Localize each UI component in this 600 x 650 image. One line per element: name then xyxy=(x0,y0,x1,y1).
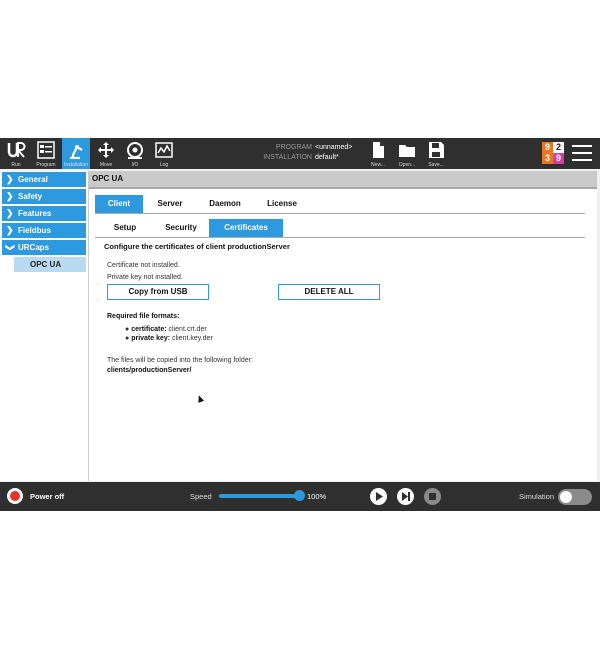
save-disk-icon xyxy=(429,142,444,158)
page-title: OPC UA xyxy=(89,171,597,189)
stop-button[interactable] xyxy=(424,488,441,505)
sidebar-item-label: Safety xyxy=(18,192,43,201)
program-key: PROGRAM xyxy=(275,144,312,151)
formats-heading: Required file formats: xyxy=(107,313,180,320)
sidebar-item-urcaps[interactable]: ❯ URCaps xyxy=(2,240,86,255)
sidebar-item-label: Features xyxy=(18,209,52,218)
log-chart-icon xyxy=(155,142,173,158)
program-name: <unnamed> xyxy=(315,144,353,151)
new-file-icon xyxy=(373,142,384,158)
sidebar-item-fieldbus[interactable]: ❯ Fieldbus xyxy=(2,223,86,238)
sidebar-item-opc-ua[interactable]: OPC UA xyxy=(14,257,86,272)
speed-label: Speed xyxy=(190,492,212,501)
counter-bottom-right: 9 xyxy=(553,153,564,164)
delete-all-button[interactable]: DELETE ALL xyxy=(278,284,380,300)
program-info: PROGRAM <unnamed> INSTALLATION default* xyxy=(262,143,352,163)
open-label: Open... xyxy=(398,162,416,168)
power-icon[interactable] xyxy=(7,488,23,504)
open-folder-icon xyxy=(399,145,415,157)
move-arrows-icon xyxy=(98,142,114,158)
move-button[interactable]: Move xyxy=(92,138,120,169)
sidebar-item-label: Fieldbus xyxy=(18,226,51,235)
chevron-right-icon: ❯ xyxy=(6,191,14,201)
speed-slider-track[interactable] xyxy=(219,494,301,498)
chevron-right-icon: ❯ xyxy=(6,225,14,235)
new-label: New... xyxy=(371,162,385,168)
save-button[interactable]: Save... xyxy=(422,138,450,169)
installation-button[interactable]: Installation xyxy=(62,138,90,169)
sidebar-item-general[interactable]: ❯ General xyxy=(2,172,86,187)
certificate-key: certificate: xyxy=(131,326,167,333)
sidebar-item-label: General xyxy=(18,175,48,184)
ur-logo-icon xyxy=(7,142,26,158)
play-button[interactable] xyxy=(370,488,387,505)
simulation-label: Simulation xyxy=(519,492,555,501)
robot-arm-icon xyxy=(70,145,83,159)
folder-note: The files will be copied into the follow… xyxy=(107,357,253,364)
simulation-toggle[interactable] xyxy=(558,489,592,505)
certificate-status: Certificate not installed. xyxy=(107,262,180,269)
counter-top-left: 9 xyxy=(542,142,553,153)
program-button[interactable]: Program xyxy=(32,138,60,169)
robot-counter-badge[interactable]: 9 2 3 9 xyxy=(542,142,564,164)
certificate-filename: client.crt.der xyxy=(168,326,207,333)
step-button[interactable] xyxy=(397,488,414,505)
tab-daemon[interactable]: Daemon xyxy=(200,195,250,213)
hamburger-menu-icon[interactable] xyxy=(572,145,592,161)
chevron-right-icon: ❯ xyxy=(6,174,14,184)
stop-icon xyxy=(429,493,436,500)
installation-name: default* xyxy=(315,154,339,161)
open-button[interactable]: Open... xyxy=(393,138,421,169)
new-button[interactable]: New... xyxy=(364,138,392,169)
section-heading: Configure the certificates of client pro… xyxy=(104,242,290,251)
run-button[interactable]: Run xyxy=(2,138,30,169)
private-key-status: Private key not installed. xyxy=(107,274,183,281)
copy-from-usb-button[interactable]: Copy from USB xyxy=(107,284,209,300)
tab-security[interactable]: Security xyxy=(157,219,205,237)
program-icon xyxy=(37,141,55,159)
log-button[interactable]: Log xyxy=(150,138,178,169)
chevron-right-icon: ❯ xyxy=(6,208,14,218)
counter-bottom-left: 3 xyxy=(542,153,553,164)
secondary-tabs: Setup Security Certificates xyxy=(95,219,585,238)
chevron-down-icon: ❯ xyxy=(5,243,16,252)
private-key-filename: client.key.der xyxy=(172,335,213,342)
private-key-key: private key: xyxy=(131,335,171,342)
power-label[interactable]: Power off xyxy=(30,492,64,501)
speed-value: 100% xyxy=(307,492,327,501)
folder-path: clients/productionServer/ xyxy=(107,367,192,374)
sidebar-item-features[interactable]: ❯ Features xyxy=(2,206,86,221)
io-label: I/O xyxy=(131,162,139,168)
run-label: Run xyxy=(11,162,21,168)
save-label: Save... xyxy=(428,162,444,168)
step-forward-icon xyxy=(402,492,410,501)
sidebar-item-safety[interactable]: ❯ Safety xyxy=(2,189,86,204)
tab-setup[interactable]: Setup xyxy=(101,219,149,237)
installation-label: Installation xyxy=(64,162,88,168)
speed-slider-knob[interactable] xyxy=(294,490,305,501)
log-label: Log xyxy=(159,162,169,168)
ur-polyscope-window: Run Program Installation Move I/O Log PR… xyxy=(0,138,600,511)
top-toolbar: Run Program Installation Move I/O Log PR… xyxy=(0,138,600,169)
move-label: Move xyxy=(99,162,113,168)
play-icon xyxy=(376,492,383,501)
tab-license[interactable]: License xyxy=(258,195,306,213)
main-content: OPC UA Client Server Daemon License Setu… xyxy=(89,171,597,481)
primary-tabs: Client Server Daemon License xyxy=(95,195,585,214)
tab-server[interactable]: Server xyxy=(147,195,193,213)
io-button[interactable]: I/O xyxy=(121,138,149,169)
io-gauge-icon xyxy=(127,142,143,159)
tab-certificates[interactable]: Certificates xyxy=(209,219,283,237)
installation-sidebar: ❯ General ❯ Safety ❯ Features ❯ Fieldbus ❯ UR… xyxy=(0,171,89,481)
counter-top-right: 2 xyxy=(553,142,564,153)
bottom-bar: Power off Speed 100% Simulation xyxy=(0,482,600,511)
tab-client[interactable]: Client xyxy=(95,195,143,213)
program-label: Program xyxy=(36,162,56,168)
sidebar-item-label: URCaps xyxy=(18,243,50,252)
private-key-format: ● private key: client.key.der xyxy=(125,335,213,342)
installation-key: INSTALLATION xyxy=(263,154,312,161)
certificate-format: ● certificate: client.crt.der xyxy=(125,326,207,333)
